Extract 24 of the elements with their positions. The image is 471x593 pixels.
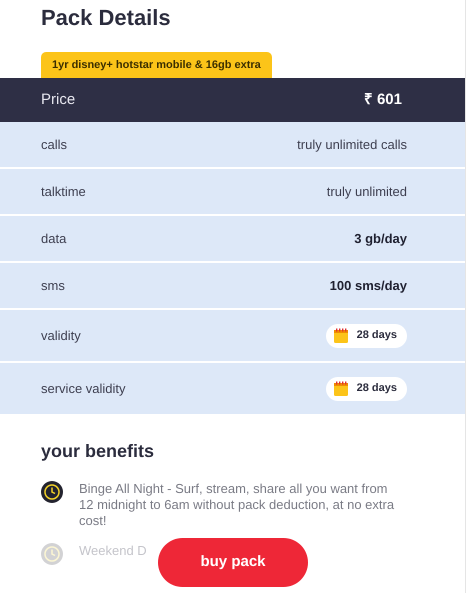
row-label: service validity (41, 380, 126, 398)
calendar-icon (332, 328, 349, 344)
row-label: talktime (41, 182, 86, 201)
validity-value: 28 days (356, 381, 397, 396)
offer-badge: 1yr disney+ hotstar mobile & 16gb extra (41, 52, 272, 78)
row-label: calls (41, 136, 68, 154)
benefit-text: Weekend D (79, 543, 147, 559)
page-title: Pack Details (40, 4, 171, 32)
price-label: Price (41, 90, 76, 110)
clock-icon (41, 481, 63, 503)
clock-icon (41, 543, 63, 565)
row-label: sms (41, 276, 65, 295)
row-label: validity (41, 326, 81, 345)
price-value: ₹ 601 (364, 90, 402, 110)
buy-pack-button[interactable]: buy pack (158, 538, 308, 587)
row-value: 100 sms/day (330, 276, 407, 295)
row-value: truly unlimited (326, 182, 407, 201)
row-value: truly unlimited calls (297, 136, 407, 154)
validity-value: 28 days (356, 328, 397, 344)
calendar-icon (332, 380, 349, 396)
row-label: data (41, 230, 66, 248)
benefits-title: your benefits (40, 440, 154, 463)
row-value: 3 gb/day (354, 230, 407, 248)
benefit-text: Binge All Night - Surf, stream, share all you want from 12 midnight to 6am without pack deduction, at no extra cost! (79, 481, 396, 529)
